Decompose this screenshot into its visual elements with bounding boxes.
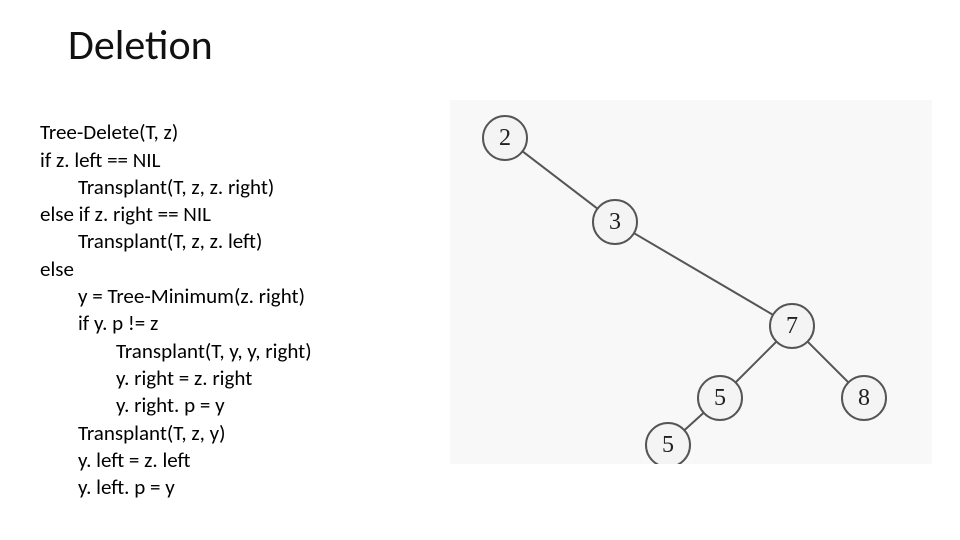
- code-line: y. right = z. right: [40, 365, 252, 391]
- slide: Deletion Tree-Delete(T, z) if z. left ==…: [0, 0, 960, 540]
- code-line: if z. left == NIL: [40, 147, 160, 173]
- code-line: Transplant(T, z, y): [40, 420, 225, 446]
- tree-edge: [736, 342, 777, 383]
- code-line: y = Tree-Minimum(z. right): [40, 283, 305, 309]
- tree-node-label: 3: [609, 209, 621, 235]
- code-line: if y. p != z: [40, 310, 158, 336]
- code-line: Transplant(T, z, z. left): [40, 228, 262, 254]
- tree-diagram: 2 3 7 5 8 5: [450, 100, 932, 464]
- tree-edge: [808, 342, 849, 383]
- code-line: y. right. p = y: [40, 392, 225, 418]
- code-line: Transplant(T, z, z. right): [40, 174, 274, 200]
- tree-edge: [522, 151, 597, 208]
- code-line: y. left. p = y: [40, 474, 175, 500]
- tree-edge: [634, 233, 773, 315]
- code-line: else: [40, 256, 74, 282]
- tree-node-label: 7: [786, 313, 798, 339]
- code-line: else if z. right == NIL: [40, 201, 211, 227]
- pseudocode-block: Tree-Delete(T, z) if z. left == NIL Tran…: [40, 92, 312, 501]
- code-line: Tree-Delete(T, z): [40, 119, 178, 145]
- tree-node-label: 5: [714, 385, 726, 411]
- code-line: y. left = z. left: [40, 447, 190, 473]
- tree-edge: [684, 413, 703, 430]
- tree-node-label: 2: [499, 125, 511, 151]
- slide-title: Deletion: [68, 20, 213, 71]
- tree-node-label: 8: [858, 385, 870, 411]
- tree-node-label: 5: [662, 432, 674, 458]
- code-line: Transplant(T, y, y, right): [40, 338, 312, 364]
